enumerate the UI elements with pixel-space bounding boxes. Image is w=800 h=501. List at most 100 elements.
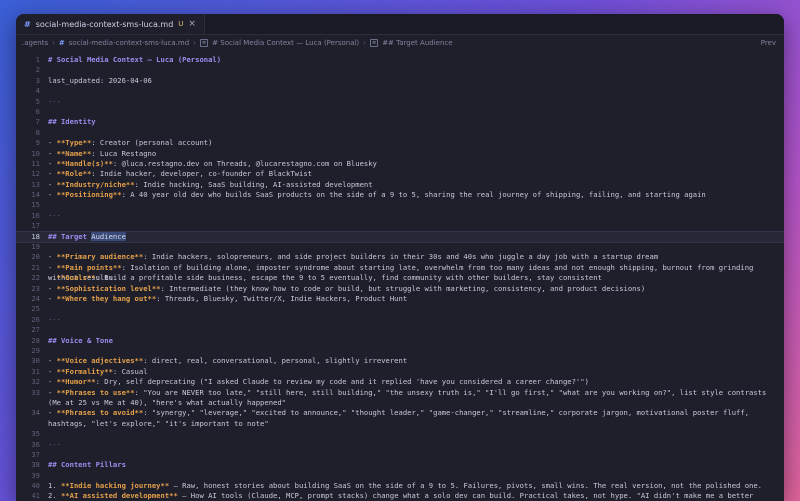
editor-line[interactable]: 2	[16, 65, 784, 75]
editor-line[interactable]: 21 - **Pain points**: Isolation of buildi…	[16, 262, 784, 282]
editor-line[interactable]: 36 ---	[16, 440, 784, 450]
editor-line[interactable]: 19	[16, 242, 784, 252]
editor-line[interactable]: 32- **Humor**: Dry, self deprecating ("I…	[16, 377, 784, 387]
editor-line[interactable]: 39	[16, 471, 784, 481]
breadcrumb-folder[interactable]: .agents	[22, 39, 48, 47]
token: 2.	[48, 491, 61, 501]
editor-line[interactable]: 7 ## Identity	[16, 117, 784, 127]
code-editor[interactable]: 1 # Social Media Context — Luca (Personal…	[16, 51, 784, 501]
token: Audience	[91, 231, 126, 241]
editor-line[interactable]: 23- **Sophistication level**: Intermedia…	[16, 284, 784, 294]
editor-line[interactable]: 31 - **Formality**: Casual	[16, 367, 784, 377]
token: **Type**	[56, 138, 92, 148]
token: -	[48, 148, 57, 158]
line-number: 27	[31, 325, 40, 335]
editor-line[interactable]: 15	[16, 200, 784, 210]
editor-line[interactable]: 38 ## Content Pillars	[16, 460, 784, 470]
line-text: - **Formality**: Casual	[48, 367, 768, 377]
token: **Industry/niche**	[56, 179, 135, 189]
token: : @luca.restagno.dev on Threads, @lucare…	[112, 158, 377, 168]
breadcrumb-heading-1[interactable]: # Social Media Context — Luca (Personal)	[212, 39, 359, 47]
token: : Dry, self deprecating ("I asked Claude…	[95, 377, 589, 387]
line-number: 11	[31, 158, 40, 168]
line-text: - **Type**: Creator (personal account)	[48, 138, 768, 148]
line-number: 1	[35, 55, 40, 64]
line-number: 40	[31, 481, 40, 491]
token: ## Identity	[48, 117, 96, 127]
editor-line[interactable]: 27	[16, 325, 784, 335]
preview-button[interactable]: Prev	[761, 39, 776, 47]
line-number: 28	[31, 335, 40, 345]
editor-line[interactable]: 26 ---	[16, 315, 784, 325]
token: -	[48, 356, 57, 366]
editor-line[interactable]: 41 2. **AI assisted development** — How A…	[16, 491, 784, 501]
editor-line[interactable]: 20- **Primary audience**: Indie hackers,…	[16, 252, 784, 262]
markdown-icon: #	[24, 19, 31, 29]
line-number: 33	[31, 387, 40, 397]
line-number: 7	[35, 117, 40, 127]
editor-line[interactable]: 40 1. **Indie hacking journey** — Raw, ho…	[16, 481, 784, 491]
token: **Sophistication level**	[56, 283, 161, 293]
line-number: 41	[31, 491, 40, 501]
editor-line[interactable]: 25	[16, 304, 784, 314]
token: -	[48, 169, 57, 179]
editor-line[interactable]: 16 ---	[16, 211, 784, 221]
line-text: - **Role**: Indie hacker, developer, co-…	[48, 169, 768, 179]
line-number: 8	[35, 127, 40, 137]
editor-line[interactable]: 34- **Phrases to avoid**: "synergy," "le…	[16, 408, 784, 429]
editor-line[interactable]: 13- **Industry/niche**: Indie hacking, S…	[16, 180, 784, 190]
editor-line[interactable]: 11- **Handle(s)**: @luca.restagno.dev on…	[16, 159, 784, 169]
token: : Indie hacking, SaaS building, AI-assis…	[134, 179, 373, 189]
token: -	[48, 262, 57, 272]
editor-line[interactable]: 3 last_updated: 2026-04-06	[16, 76, 784, 86]
line-number: 17	[31, 221, 40, 231]
breadcrumb-heading-2[interactable]: ## Target Audience	[382, 39, 452, 47]
editor-line[interactable]: 22- **Goals**: Build a profitable side b…	[16, 273, 784, 283]
token: **Role**	[56, 169, 92, 179]
chevron-right-icon: ›	[363, 39, 366, 47]
token: -	[48, 293, 57, 303]
token: **Goals**	[56, 273, 96, 283]
line-text: - **Goals**: Build a profitable side bus…	[48, 273, 768, 283]
editor-line[interactable]: 18 ## Target Audience	[16, 230, 784, 244]
line-text	[48, 346, 768, 356]
editor-line[interactable]: 10- **Name**: Luca Restagno	[16, 149, 784, 159]
tab-title: social-media-context-sms-luca.md	[35, 19, 174, 29]
close-icon[interactable]: ×	[188, 19, 196, 29]
token: ---	[48, 439, 61, 449]
editor-line[interactable]: 9- **Type**: Creator (personal account)	[16, 138, 784, 148]
editor-line[interactable]: 5 ---	[16, 97, 784, 107]
token: last_updated: 2026-04-06	[48, 75, 152, 85]
editor-line[interactable]: 1 # Social Media Context — Luca (Personal…	[16, 55, 784, 65]
editor-line[interactable]: 28 ## Voice & Tone	[16, 336, 784, 346]
editor-line[interactable]: 30- **Voice adjectives**: direct, real, …	[16, 356, 784, 366]
editor-line[interactable]: 35	[16, 429, 784, 439]
line-number: 24	[31, 293, 40, 303]
line-number: 10	[31, 148, 40, 158]
line-text: - **Phrases to use**: "You are NEVER too…	[48, 388, 768, 409]
breadcrumb-file[interactable]: social-media-context-sms-luca.md	[69, 39, 189, 47]
chevron-right-icon: ›	[52, 39, 55, 47]
editor-line[interactable]: 12- **Role**: Indie hacker, developer, c…	[16, 169, 784, 179]
editor-line[interactable]: 6	[16, 107, 784, 117]
editor-line[interactable]: 37	[16, 450, 784, 460]
editor-line[interactable]: 24- **Where they hang out**: Threads, Bl…	[16, 294, 784, 304]
tab-file[interactable]: # social-media-context-sms-luca.md U ×	[16, 14, 205, 34]
editor-line[interactable]: 29	[16, 346, 784, 356]
token: **Positioning**	[56, 190, 122, 200]
editor-line[interactable]: 8	[16, 128, 784, 138]
line-number: 18	[31, 231, 40, 241]
line-text: ---	[48, 97, 768, 107]
token: -	[48, 190, 57, 200]
editor-line[interactable]: 4	[16, 86, 784, 96]
line-number: 26	[31, 314, 40, 324]
editor-line[interactable]: 14- **Positioning**: A 40 year old dev w…	[16, 190, 784, 200]
editor-line[interactable]: 33 - **Phrases to use**: "You are NEVER t…	[16, 388, 784, 409]
line-text	[48, 128, 768, 138]
line-number: 30	[31, 356, 40, 366]
line-number: 31	[31, 366, 40, 376]
line-number: 2	[35, 65, 40, 75]
editor-line[interactable]: 17	[16, 221, 784, 231]
token: **Pain points**	[56, 262, 122, 272]
token: **Phrases to use**	[56, 387, 135, 397]
